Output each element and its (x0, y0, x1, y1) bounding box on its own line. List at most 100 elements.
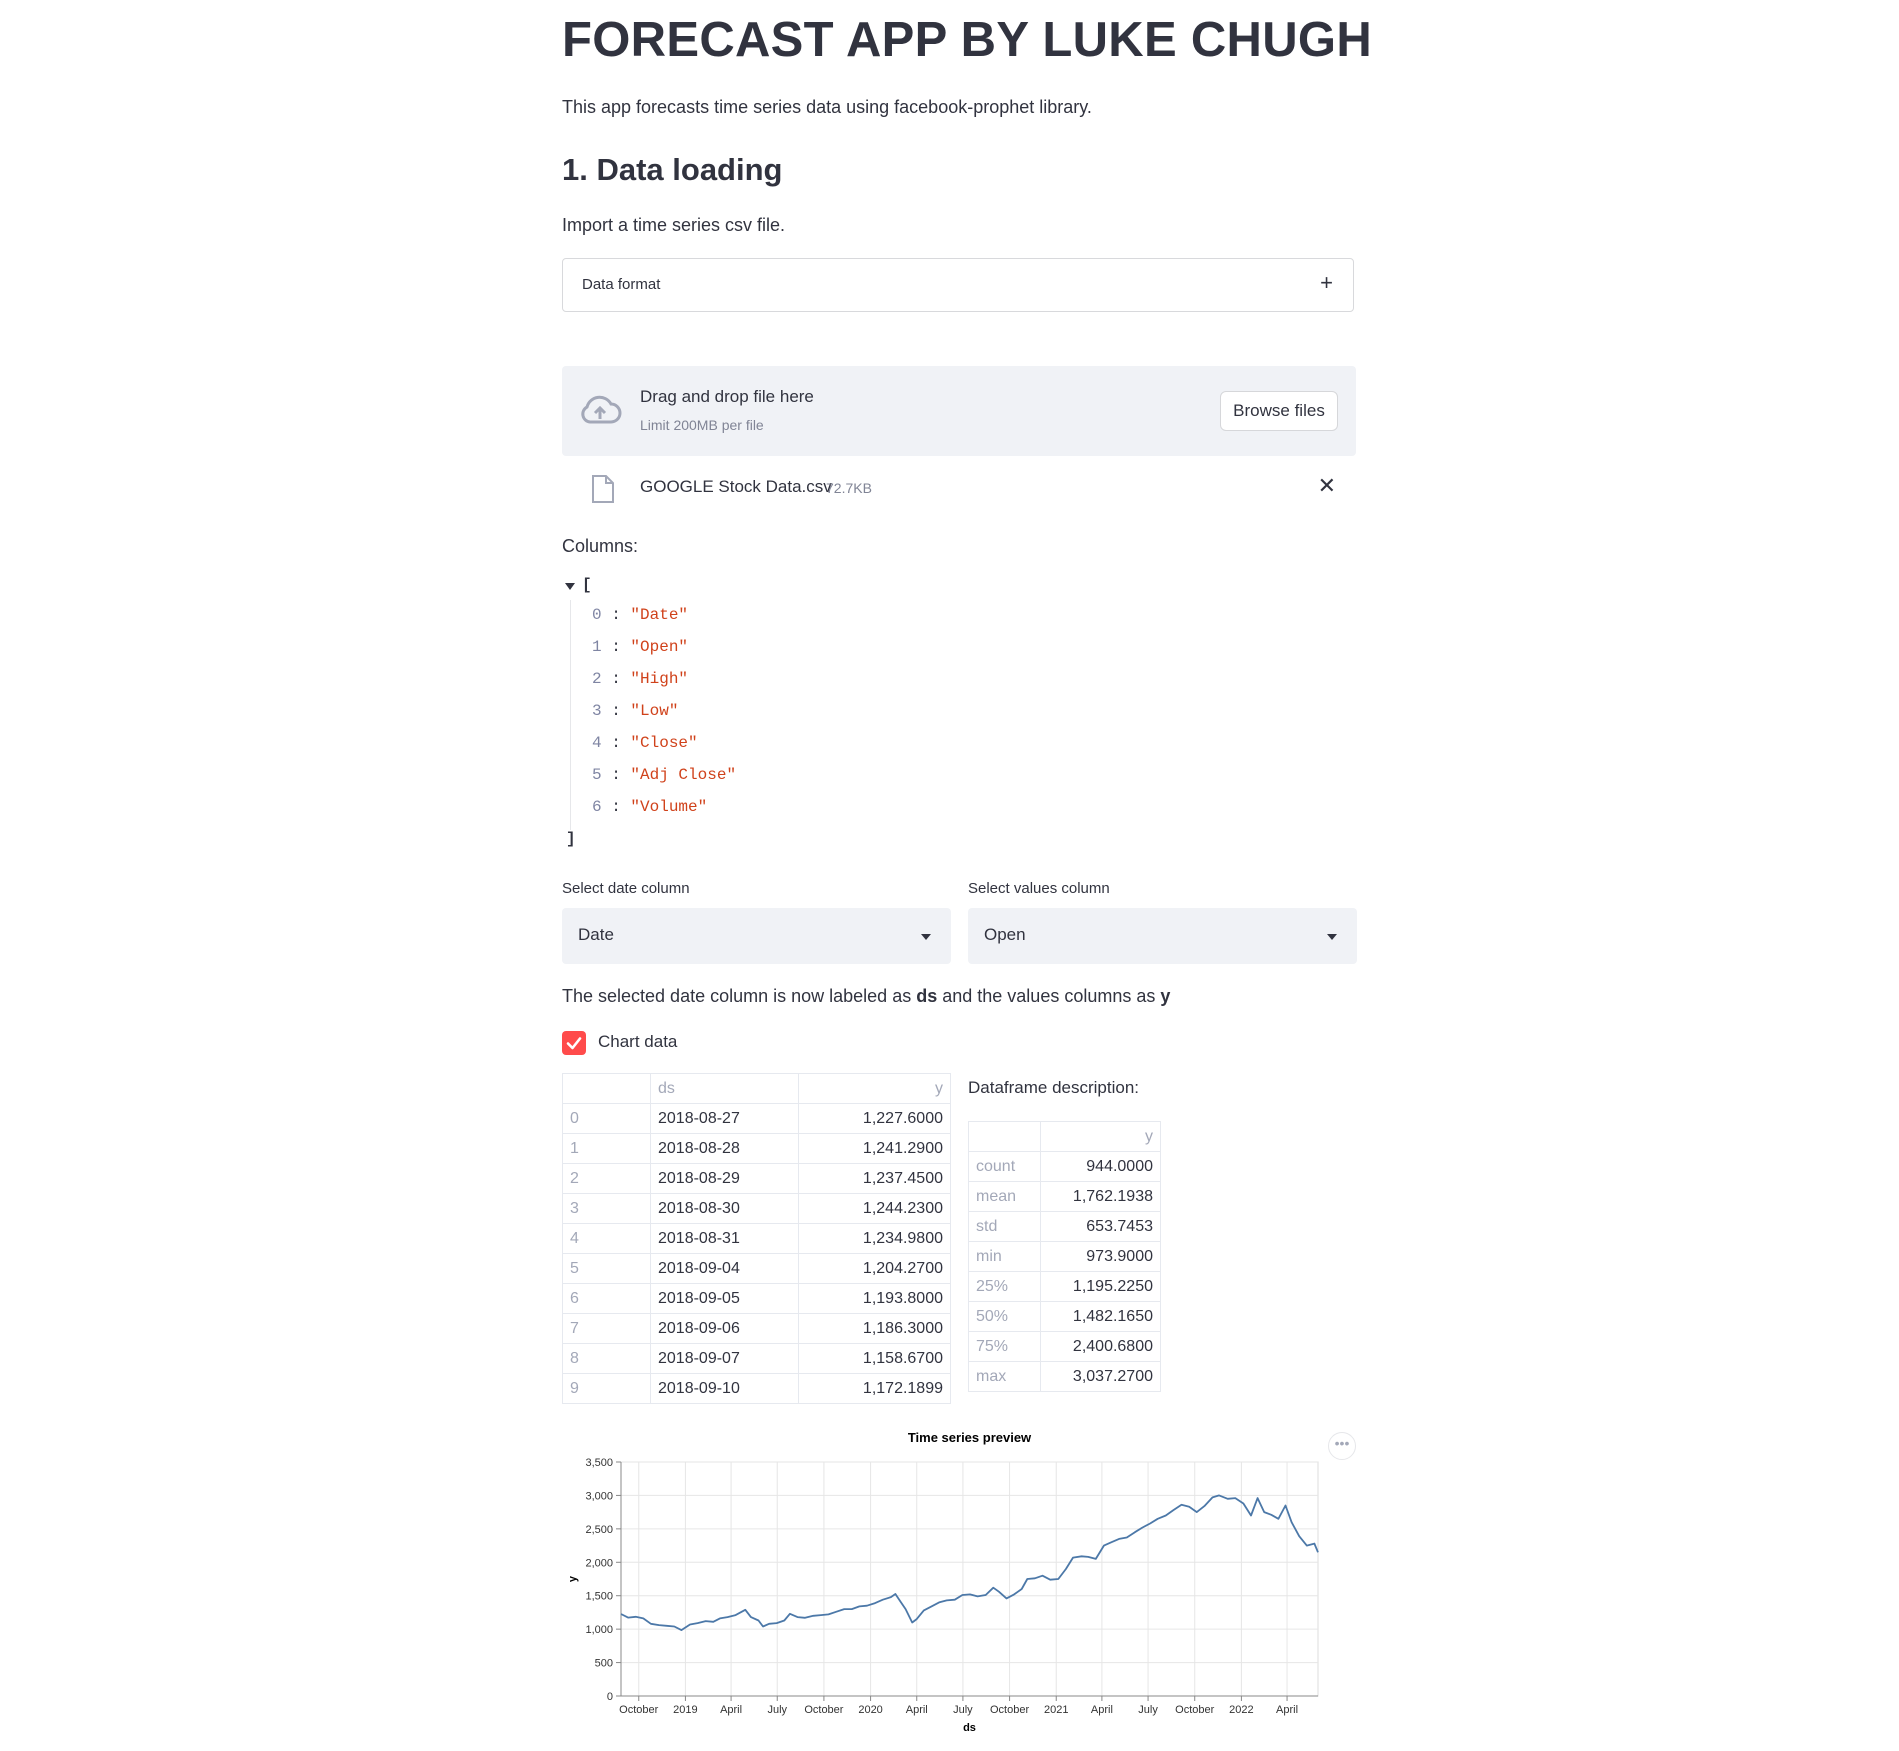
table-row: 2 2018-08-29 1,237.4500 (562, 1163, 951, 1194)
ds-cell[interactable]: 2018-08-27 (650, 1103, 799, 1134)
date-column-value: Date (578, 925, 614, 944)
x-tick-label: October (619, 1704, 658, 1716)
stat-name: std (968, 1211, 1041, 1242)
x-tick-label: April (720, 1704, 742, 1716)
stat-name: 50% (968, 1301, 1041, 1332)
file-icon (592, 475, 614, 503)
x-tick-label: October (1175, 1704, 1214, 1716)
checkmark-icon (566, 1037, 582, 1050)
json-rail (570, 600, 571, 830)
ds-cell[interactable]: 2018-09-05 (650, 1283, 799, 1314)
drag-drop-text: Drag and drop file here (640, 387, 814, 406)
values-column-select[interactable]: Open (968, 908, 1357, 964)
y-header[interactable]: y (798, 1073, 951, 1104)
cloud-upload-icon (581, 395, 622, 424)
row-index: 9 (562, 1373, 651, 1404)
y-cell[interactable]: 1,244.2300 (798, 1193, 951, 1224)
x-tick-label: July (767, 1704, 787, 1716)
json-list-item: 6 : "Volume" (592, 798, 707, 816)
x-tick-label: April (1091, 1704, 1113, 1716)
chart-data-checkbox[interactable] (562, 1031, 586, 1055)
y-cell[interactable]: 1,193.8000 (798, 1283, 951, 1314)
date-column-label: Select date column (562, 880, 690, 897)
ds-cell[interactable]: 2018-08-30 (650, 1193, 799, 1224)
columns-label: Columns: (562, 536, 639, 556)
index-header (562, 1073, 651, 1104)
close-icon[interactable]: ✕ (1318, 473, 1336, 499)
json-colon: : (601, 606, 631, 624)
row-index: 5 (562, 1253, 651, 1284)
y-tick-label: 3,000 (585, 1490, 613, 1502)
table-row: 50% 1,482.1650 (968, 1301, 1161, 1332)
y-tick-label: 2,000 (585, 1557, 613, 1569)
ds-header[interactable]: ds (650, 1073, 799, 1104)
data-format-expander[interactable]: Data format + (562, 258, 1354, 312)
data-table-container[interactable]: ds y 0 2018-08-27 1,227.6000 1 2018-08-28 1,2… (562, 1073, 952, 1413)
stat-value: 973.9000 (1040, 1241, 1161, 1272)
json-list-item: 1 : "Open" (592, 638, 688, 656)
y-tick-label: 3,500 (585, 1457, 613, 1469)
y-cell[interactable]: 1,172.1899 (798, 1373, 951, 1404)
values-column-value: Open (984, 925, 1026, 944)
file-dropzone[interactable]: Drag and drop file here Limit 200MB per … (562, 366, 1356, 456)
json-list-item: 2 : "High" (592, 670, 688, 688)
table-row: 4 2018-08-31 1,234.9800 (562, 1223, 951, 1254)
table-row: mean 1,762.1938 (968, 1181, 1161, 1212)
intro-text: This app forecasts time series data usin… (562, 97, 1092, 117)
ds-cell[interactable]: 2018-08-28 (650, 1133, 799, 1164)
y-cell[interactable]: 1,227.6000 (798, 1103, 951, 1134)
json-colon: : (601, 702, 631, 720)
stat-name: 25% (968, 1271, 1041, 1302)
note-ds: ds (916, 986, 938, 1006)
collapse-triangle-icon[interactable] (565, 583, 575, 590)
json-index: 0 (592, 606, 602, 624)
row-index: 8 (562, 1343, 651, 1374)
y-tick-label: 1,000 (585, 1624, 613, 1636)
y-cell[interactable]: 1,241.2900 (798, 1133, 951, 1164)
stat-value: 2,400.6800 (1040, 1331, 1161, 1362)
json-list-item: 5 : "Adj Close" (592, 766, 736, 784)
json-colon: : (601, 670, 631, 688)
table-row: 9 2018-09-10 1,172.1899 (562, 1373, 951, 1404)
x-tick-label: July (1138, 1704, 1158, 1716)
y-header: y (1040, 1121, 1161, 1152)
ds-cell[interactable]: 2018-09-04 (650, 1253, 799, 1284)
stat-name: min (968, 1241, 1041, 1272)
ds-cell[interactable]: 2018-08-29 (650, 1163, 799, 1194)
uploaded-file-row: GOOGLE Stock Data.csv 72.7KB ✕ (562, 466, 1356, 510)
y-cell[interactable]: 1,158.6700 (798, 1343, 951, 1374)
section-heading: 1. Data loading (562, 152, 783, 187)
note-prefix: The selected date column is now labeled … (562, 986, 917, 1006)
json-index: 1 (592, 638, 602, 656)
table-header-row: ds y (562, 1073, 951, 1104)
x-axis-label: ds (963, 1722, 976, 1734)
x-tick-label: April (906, 1704, 928, 1716)
y-cell[interactable]: 1,186.3000 (798, 1313, 951, 1344)
json-value: "Volume" (630, 798, 708, 816)
date-column-select[interactable]: Date (562, 908, 951, 964)
json-index: 5 (592, 766, 602, 784)
plus-icon[interactable]: + (1320, 270, 1333, 296)
y-cell[interactable]: 1,237.4500 (798, 1163, 951, 1194)
more-options-icon[interactable]: ••• (1328, 1432, 1356, 1460)
y-tick-label: 1,500 (585, 1591, 613, 1603)
table-row: 6 2018-09-05 1,193.8000 (562, 1283, 951, 1314)
ds-cell[interactable]: 2018-09-10 (650, 1373, 799, 1404)
ds-cell[interactable]: 2018-08-31 (650, 1223, 799, 1254)
y-cell[interactable]: 1,234.9800 (798, 1223, 951, 1254)
row-index: 6 (562, 1283, 651, 1314)
row-index: 4 (562, 1223, 651, 1254)
browse-files-button[interactable]: Browse files (1220, 391, 1338, 431)
y-tick-label: 2,500 (585, 1524, 613, 1536)
json-index: 4 (592, 734, 602, 752)
json-open-bracket: [ (582, 576, 592, 594)
stat-value: 653.7453 (1040, 1211, 1161, 1242)
y-cell[interactable]: 1,204.2700 (798, 1253, 951, 1284)
ds-cell[interactable]: 2018-09-07 (650, 1343, 799, 1374)
labeled-note: The selected date column is now labeled … (562, 986, 1170, 1007)
x-tick-label: July (953, 1704, 973, 1716)
table-row: 7 2018-09-06 1,186.3000 (562, 1313, 951, 1344)
table-row: 5 2018-09-04 1,204.2700 (562, 1253, 951, 1284)
stat-name: count (968, 1151, 1041, 1182)
ds-cell[interactable]: 2018-09-06 (650, 1313, 799, 1344)
